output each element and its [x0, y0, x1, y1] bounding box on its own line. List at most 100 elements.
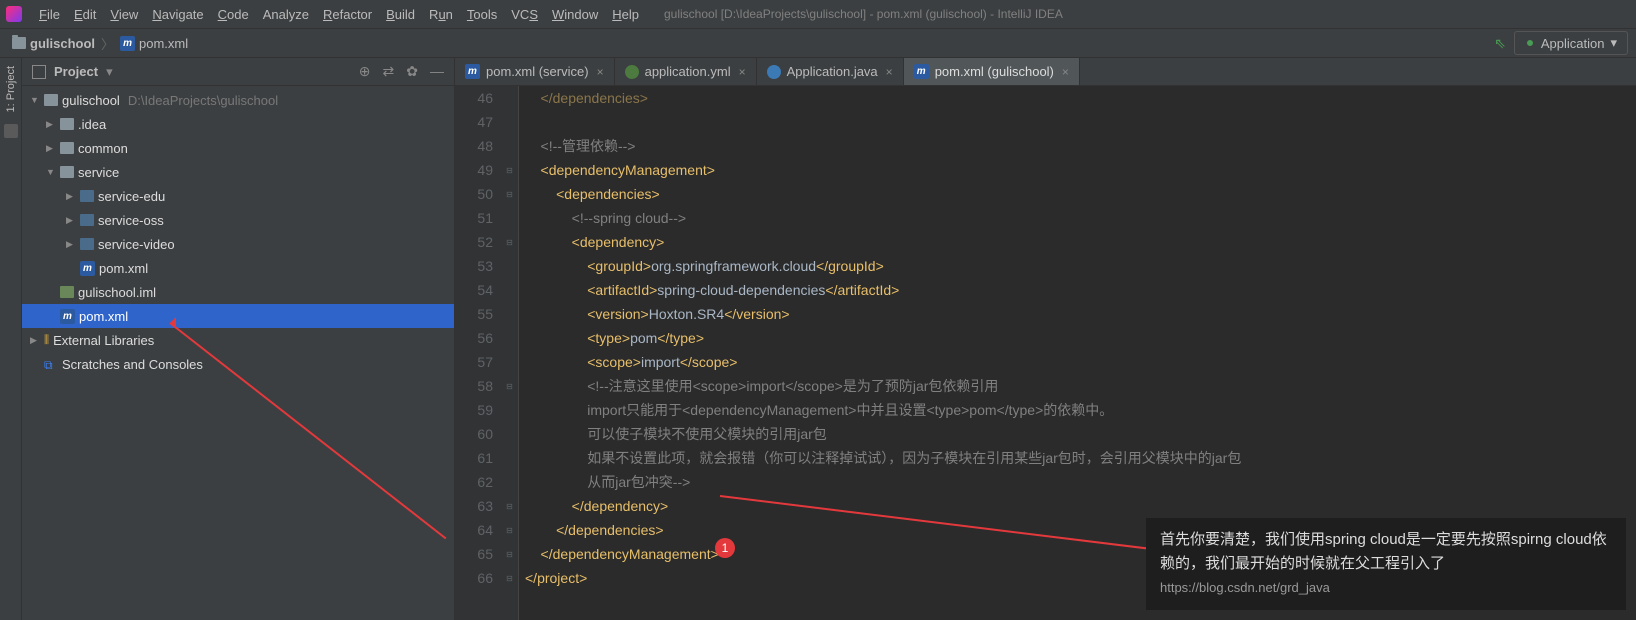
maven-icon: m — [80, 261, 95, 276]
maven-icon: m — [914, 64, 929, 79]
tree-label: External Libraries — [53, 333, 154, 348]
locate-icon[interactable]: ⊕ — [359, 63, 371, 80]
tree-label: common — [78, 141, 128, 156]
breadcrumb-file[interactable]: m pom.xml — [116, 36, 192, 51]
menu-window[interactable]: Window — [545, 4, 605, 25]
module-folder-icon — [80, 214, 94, 226]
tree-arrow-icon: ▶ — [66, 239, 76, 250]
fold-gutter[interactable]: ⊟⊟⊟⊟⊟⊟⊟⊟ — [501, 86, 519, 620]
tree-label: pom.xml — [99, 261, 148, 276]
maven-icon: m — [465, 64, 480, 79]
menu-build[interactable]: Build — [379, 4, 422, 25]
folder-icon — [44, 94, 58, 106]
build-icon[interactable]: ⇖ — [1494, 35, 1506, 52]
menu-analyze[interactable]: Analyze — [256, 4, 316, 25]
editor-tabs: mpom.xml (service)×application.yml×Appli… — [455, 58, 1636, 86]
tab-pom-xml-gulischool-[interactable]: m pom.xml (gulischool) × — [904, 58, 1080, 85]
java-icon — [767, 65, 781, 79]
project-view-icon[interactable] — [32, 65, 46, 79]
settings-icon[interactable]: ✿ — [406, 63, 418, 80]
navigation-bar: gulischool 〉 m pom.xml ⇖ Application ▾ — [0, 29, 1636, 58]
left-ribbon: 1: Project — [0, 58, 22, 620]
menu-run[interactable]: Run — [422, 4, 460, 25]
menu-file[interactable]: File — [32, 4, 67, 25]
tree-label: pom.xml — [79, 309, 128, 324]
tree-arrow-icon: ▼ — [46, 167, 56, 177]
tree-label: .idea — [78, 117, 106, 132]
run-config-selector[interactable]: Application ▾ — [1514, 31, 1628, 55]
tree-arrow-icon: ▶ — [46, 119, 56, 130]
tree-label: service-video — [98, 237, 175, 252]
menu-help[interactable]: Help — [605, 4, 646, 25]
close-icon[interactable]: × — [739, 65, 746, 79]
maven-icon: m — [60, 309, 75, 324]
tree-item-scratches-and-consoles[interactable]: ⧉ Scratches and Consoles — [22, 352, 454, 376]
menu-edit[interactable]: Edit — [67, 4, 103, 25]
breadcrumb-project[interactable]: gulischool — [8, 36, 99, 51]
menu-tools[interactable]: Tools — [460, 4, 504, 25]
module-folder-icon — [80, 190, 94, 202]
tab-label: Application.java — [787, 64, 878, 79]
annotation-box: 首先你要清楚，我们使用spring cloud是一定要先按照spirng clo… — [1146, 518, 1626, 610]
tree-arrow-icon: ▶ — [66, 215, 76, 226]
tab-application-java[interactable]: Application.java × — [757, 58, 904, 85]
close-icon[interactable]: × — [597, 65, 604, 79]
tree-label: service-edu — [98, 189, 165, 204]
project-tree[interactable]: ▼gulischoolD:\IdeaProjects\gulischool▶.i… — [22, 86, 454, 620]
collapse-icon[interactable]: — — [430, 63, 444, 80]
file-icon — [60, 286, 74, 298]
tree-label: service-oss — [98, 213, 164, 228]
close-icon[interactable]: × — [1062, 65, 1069, 79]
tree-item-gulischool-iml[interactable]: gulischool.iml — [22, 280, 454, 304]
menu-code[interactable]: Code — [211, 4, 256, 25]
tree-item-gulischool[interactable]: ▼gulischoolD:\IdeaProjects\gulischool — [22, 88, 454, 112]
tree-arrow-icon: ▶ — [66, 191, 76, 202]
tab-pom-xml-service-[interactable]: m pom.xml (service) × — [455, 58, 615, 85]
menu-refactor[interactable]: Refactor — [316, 4, 379, 25]
tab-application-yml[interactable]: application.yml× — [615, 58, 757, 85]
tree-item-service-oss[interactable]: ▶ service-oss — [22, 208, 454, 232]
annotation-badge: 1 — [715, 538, 735, 558]
app-logo-icon — [6, 6, 22, 22]
panel-title: Project — [54, 64, 98, 79]
breadcrumb-project-label: gulischool — [30, 36, 95, 51]
libraries-icon: ⫼ — [44, 334, 49, 347]
tree-item--idea[interactable]: ▶ .idea — [22, 112, 454, 136]
tree-item-service-video[interactable]: ▶ service-video — [22, 232, 454, 256]
sidebar-tab-structure-icon[interactable] — [4, 124, 18, 138]
scratches-icon: ⧉ — [44, 358, 58, 370]
tree-item-service-edu[interactable]: ▶ service-edu — [22, 184, 454, 208]
tree-label: Scratches and Consoles — [62, 357, 203, 372]
line-gutter: 4647484950515253545556575859606162636465… — [455, 86, 501, 620]
close-icon[interactable]: × — [886, 65, 893, 79]
breadcrumb-separator-icon: 〉 — [101, 34, 114, 53]
tree-item-external-libraries[interactable]: ▶ ⫼ External Libraries — [22, 328, 454, 352]
tree-item-service[interactable]: ▼ service — [22, 160, 454, 184]
folder-icon — [60, 142, 74, 154]
chevron-down-icon[interactable]: ▾ — [106, 64, 113, 80]
expand-icon[interactable]: ⇄ — [383, 63, 395, 80]
yaml-icon — [625, 65, 639, 79]
tree-item-common[interactable]: ▶ common — [22, 136, 454, 160]
run-config-label: Application — [1541, 36, 1605, 51]
tree-arrow-icon: ▼ — [30, 95, 40, 105]
tab-label: pom.xml (service) — [486, 64, 589, 79]
tree-arrow-icon: ▶ — [46, 143, 56, 154]
breadcrumb-file-label: pom.xml — [139, 36, 188, 51]
menu-navigate[interactable]: Navigate — [145, 4, 210, 25]
window-title: gulischool [D:\IdeaProjects\gulischool] … — [664, 7, 1063, 21]
annotation-text: 首先你要清楚，我们使用spring cloud是一定要先按照spirng clo… — [1160, 531, 1607, 572]
menu-vcs[interactable]: VCS — [504, 4, 545, 25]
tab-label: pom.xml (gulischool) — [935, 64, 1054, 79]
menubar: FileEditViewNavigateCodeAnalyzeRefactorB… — [0, 0, 1636, 29]
sidebar-tab-project[interactable]: 1: Project — [3, 62, 19, 116]
tree-label: gulischool — [62, 93, 120, 108]
menu-view[interactable]: View — [103, 4, 145, 25]
project-panel-header: Project ▾ ⊕ ⇄ ✿ — — [22, 58, 454, 86]
tree-item-pom-xml[interactable]: m pom.xml — [22, 256, 454, 280]
tree-arrow-icon: ▶ — [30, 335, 40, 346]
folder-icon — [60, 118, 74, 130]
tree-item-pom-xml[interactable]: m pom.xml — [22, 304, 454, 328]
tree-label: service — [78, 165, 119, 180]
annotation-url: https://blog.csdn.net/grd_java — [1160, 580, 1330, 595]
